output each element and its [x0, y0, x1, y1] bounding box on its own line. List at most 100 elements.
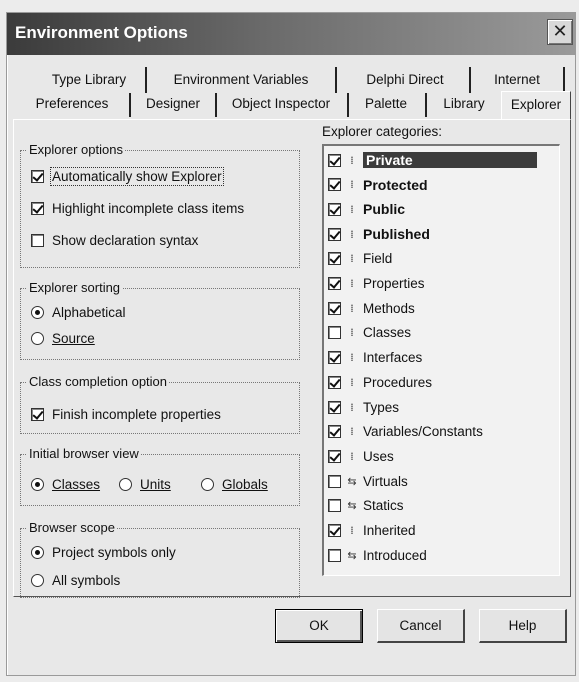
- category-label: Variables/Constants: [363, 424, 483, 440]
- category-item[interactable]: ⁞ Published: [328, 222, 558, 246]
- option-label: Project symbols only: [52, 544, 176, 560]
- checkbox-checked[interactable]: [328, 375, 341, 389]
- radio-unselected: [119, 477, 132, 491]
- tab-type-library[interactable]: Type Library: [41, 69, 137, 91]
- member-icon: ⁞: [350, 400, 354, 414]
- close-button[interactable]: ✕: [547, 19, 573, 45]
- title-bar: Environment Options ✕: [7, 13, 575, 55]
- tab-library[interactable]: Library: [433, 93, 495, 115]
- category-label: Field: [363, 251, 393, 267]
- radio-selected: [31, 477, 44, 491]
- category-item[interactable]: ⁞ Private: [328, 148, 558, 172]
- checkbox-checked[interactable]: [328, 425, 341, 439]
- radio-unselected: [201, 477, 214, 491]
- option-label: Classes: [52, 476, 101, 492]
- browser-scope-group: Browser scope Project symbols only All s…: [20, 520, 300, 598]
- globals-radio[interactable]: Globals: [201, 475, 268, 493]
- units-radio[interactable]: Units: [119, 475, 171, 493]
- tab-preferences[interactable]: Preferences: [21, 93, 123, 115]
- explorer-categories-list[interactable]: ⁞ Private ⁞ Protected ⁞ Public ⁞ Published ⁞ Fiel…: [322, 144, 560, 576]
- tab-object-inspector[interactable]: Object Inspector: [221, 93, 341, 115]
- checkbox-checked: [31, 169, 44, 183]
- checkbox-checked[interactable]: [328, 277, 341, 290]
- category-item[interactable]: ⁞ Protected: [328, 173, 558, 197]
- finish-incomplete-properties-checkbox[interactable]: Finish incomplete properties: [31, 405, 221, 423]
- source-radio[interactable]: Source: [31, 329, 95, 347]
- tab-divider: [215, 93, 217, 117]
- all-symbols-radio[interactable]: All symbols: [31, 571, 120, 589]
- checkbox-checked[interactable]: [328, 400, 341, 414]
- environment-options-dialog: Environment Options ✕ Type Library Envir…: [6, 12, 576, 676]
- category-item[interactable]: ⁞ Inherited: [328, 519, 558, 543]
- checkbox-checked[interactable]: [328, 449, 341, 463]
- category-item[interactable]: ⁞ Public: [328, 197, 558, 221]
- category-item[interactable]: ⁞ Field: [328, 247, 558, 271]
- tab-divider: [563, 67, 565, 93]
- category-item[interactable]: ⇆ Introduced: [328, 543, 558, 567]
- explorer-tab-panel: Explorer options Automatically show Expl…: [13, 119, 571, 598]
- show-declaration-syntax-checkbox[interactable]: Show declaration syntax: [31, 231, 198, 249]
- explorer-categories-label: Explorer categories:: [322, 124, 443, 139]
- category-item[interactable]: ⁞ Uses: [328, 444, 558, 468]
- alphabetical-radio[interactable]: Alphabetical: [31, 303, 126, 321]
- category-item[interactable]: ⇆ Statics: [328, 494, 558, 518]
- radio-selected: [31, 305, 44, 319]
- category-item[interactable]: ⁞ Types: [328, 395, 558, 419]
- checkbox-checked[interactable]: [328, 351, 341, 365]
- tab-explorer[interactable]: Explorer: [501, 91, 571, 119]
- tab-delphi-direct[interactable]: Delphi Direct: [351, 69, 459, 91]
- classes-radio[interactable]: Classes: [31, 475, 100, 493]
- category-item[interactable]: ⁞ Properties: [328, 272, 558, 296]
- checkbox-unchecked[interactable]: [328, 326, 341, 340]
- category-label: Statics: [363, 498, 404, 514]
- member-icon: ⁞: [350, 449, 354, 463]
- category-label: Methods: [363, 300, 415, 316]
- option-label: Automatically show Explorer: [50, 166, 224, 186]
- checkbox-unchecked[interactable]: [328, 474, 341, 488]
- group-label: Initial browser view: [27, 446, 141, 461]
- group-label: Explorer options: [27, 142, 125, 157]
- category-label: Interfaces: [363, 350, 423, 366]
- category-item[interactable]: ⁞ Interfaces: [328, 346, 558, 370]
- tab-designer[interactable]: Designer: [135, 93, 211, 115]
- member-icon: ⁞: [350, 326, 354, 340]
- member-icon: ⁞: [350, 301, 354, 315]
- category-item[interactable]: ⁞ Classes: [328, 321, 558, 345]
- option-label: Highlight incomplete class items: [52, 200, 245, 216]
- category-item[interactable]: ⁞ Procedures: [328, 370, 558, 394]
- member-icon: ⁞: [350, 277, 354, 290]
- option-label: Globals: [222, 476, 268, 492]
- category-item[interactable]: ⁞ Variables/Constants: [328, 420, 558, 444]
- highlight-incomplete-class-items-checkbox[interactable]: Highlight incomplete class items: [31, 199, 244, 217]
- checkbox-checked[interactable]: [328, 252, 341, 266]
- checkbox-checked[interactable]: [328, 227, 341, 241]
- cancel-button[interactable]: Cancel: [377, 609, 465, 643]
- help-button[interactable]: Help: [479, 609, 567, 643]
- group-label: Explorer sorting: [27, 280, 123, 295]
- automatically-show-explorer-checkbox[interactable]: Automatically show Explorer: [31, 166, 224, 186]
- checkbox-checked[interactable]: [328, 301, 341, 315]
- option-label: Alphabetical: [52, 304, 126, 320]
- ok-button[interactable]: OK: [275, 609, 363, 643]
- tab-palette[interactable]: Palette: [355, 93, 417, 115]
- option-label: Finish incomplete properties: [52, 406, 221, 422]
- radio-unselected: [31, 331, 44, 345]
- checkbox-checked[interactable]: [328, 178, 341, 192]
- category-item[interactable]: ⇆ Virtuals: [328, 469, 558, 493]
- tab-divider: [347, 93, 349, 117]
- checkbox-unchecked[interactable]: [328, 499, 341, 513]
- checkbox-checked[interactable]: [328, 524, 341, 537]
- project-symbols-only-radio[interactable]: Project symbols only: [31, 543, 176, 561]
- checkbox-unchecked[interactable]: [328, 548, 341, 562]
- checkbox-checked[interactable]: [328, 153, 341, 167]
- member-icon: ⁞: [350, 252, 354, 266]
- member-icon: ⁞: [350, 178, 354, 192]
- category-item[interactable]: ⁞ Methods: [328, 296, 558, 320]
- checkbox-checked[interactable]: [328, 202, 341, 216]
- tab-internet[interactable]: Internet: [481, 69, 553, 91]
- tab-divider: [425, 93, 427, 117]
- tab-environment-variables[interactable]: Environment Variables: [157, 69, 325, 91]
- option-label: Units: [140, 476, 171, 492]
- radio-unselected: [31, 573, 44, 587]
- explorer-options-group: Explorer options Automatically show Expl…: [20, 142, 300, 268]
